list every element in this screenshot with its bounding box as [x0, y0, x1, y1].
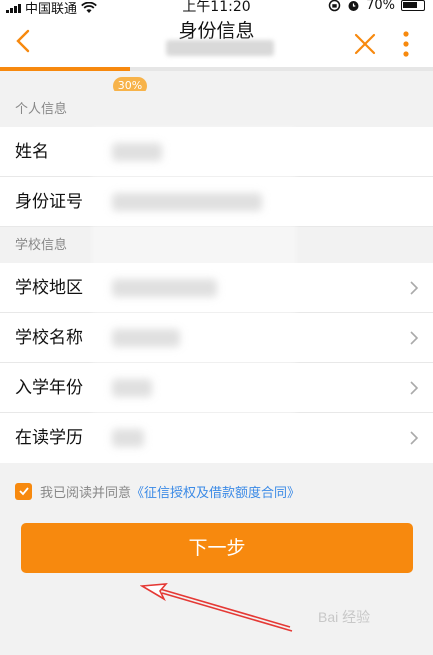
progress-fill: [0, 67, 130, 71]
annotation-arrow-icon: [140, 583, 293, 632]
next-step-button[interactable]: 下一步: [21, 523, 413, 573]
nav-bar: 身份信息: [0, 14, 433, 69]
field-label: 学校地区: [15, 278, 83, 298]
nav-subtitle-redacted: [166, 40, 274, 56]
more-vertical-icon[interactable]: [400, 30, 412, 58]
alarm-icon: [348, 1, 359, 11]
agreement-checkbox[interactable]: [15, 482, 32, 500]
battery-percent: 70%: [366, 0, 395, 13]
redaction-overlay: [92, 127, 296, 461]
checkmark-icon: [18, 487, 29, 496]
status-bar: 中国联通 上午11:20 70%: [0, 0, 433, 17]
field-label: 学校名称: [15, 328, 83, 348]
field-label: 姓名: [15, 142, 49, 162]
status-right: 70%: [328, 0, 425, 13]
section-header-personal: 个人信息: [0, 91, 433, 128]
agreement-text: 我已阅读并同意: [40, 485, 132, 501]
watermark: Bai 经验: [318, 609, 371, 625]
field-label: 身份证号: [15, 192, 83, 212]
progress-bar: [0, 67, 433, 71]
rotation-lock-icon: [328, 0, 341, 12]
chevron-right-icon: [410, 281, 419, 295]
chevron-right-icon: [410, 431, 419, 445]
field-label: 入学年份: [15, 378, 83, 398]
battery-icon: [401, 0, 425, 11]
agreement-row: 我已阅读并同意 《征信授权及借款额度合同》: [15, 481, 300, 501]
chevron-right-icon: [410, 331, 419, 345]
field-label: 在读学历: [15, 428, 83, 448]
agreement-link[interactable]: 《征信授权及借款额度合同》: [131, 482, 300, 501]
close-icon[interactable]: [353, 32, 377, 56]
chevron-right-icon: [410, 381, 419, 395]
